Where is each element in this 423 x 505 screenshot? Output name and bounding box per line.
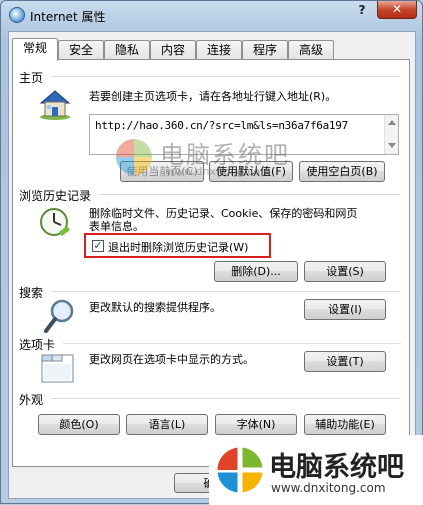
watermark-badge: 电脑系统吧 www.dnxitong.com <box>209 435 423 505</box>
divider <box>63 343 401 344</box>
tab-security[interactable]: 安全 <box>58 40 104 60</box>
divider <box>51 76 401 77</box>
appearance-group-label: 外观 <box>19 393 44 407</box>
delete-on-exit-highlight: ✓ 退出时删除浏览历史记录(W) <box>84 233 271 258</box>
tab-advanced[interactable]: 高级 <box>288 40 334 60</box>
divider <box>51 291 401 292</box>
internet-options-window: Internet 属性 ? ✕ 常规 安全 隐私 内容 连接 程序 高级 主页 … <box>0 0 423 505</box>
divider <box>51 398 401 399</box>
internet-globe-icon <box>9 7 25 23</box>
history-group-label: 浏览历史记录 <box>19 189 92 203</box>
fonts-button[interactable]: 字体(N) <box>215 414 297 435</box>
tabs-description: 更改网页在选项卡中显示的方式。 <box>89 353 254 366</box>
general-tab-panel: 主页 若要创建主页选项卡，请在各地址行键入地址(R)。 http://hao.3… <box>12 59 410 467</box>
use-default-button[interactable]: 使用默认值(F) <box>209 161 293 182</box>
tab-programs[interactable]: 程序 <box>242 40 288 60</box>
use-blank-button[interactable]: 使用空白页(B) <box>299 161 385 182</box>
watermark-badge-brand: 电脑系统吧 <box>269 452 404 483</box>
languages-button[interactable]: 语言(L) <box>126 414 208 435</box>
help-button[interactable]: ? <box>349 1 375 19</box>
magnifier-icon <box>44 299 74 333</box>
scroll-down-icon[interactable] <box>388 143 396 148</box>
watermark-badge-site: www.dnxitong.com <box>271 481 386 495</box>
tabs-window-icon <box>41 354 74 383</box>
home-icon <box>39 90 71 120</box>
search-group-label: 搜索 <box>19 286 44 300</box>
tab-content[interactable]: 内容 <box>150 40 196 60</box>
history-description-line1: 删除临时文件、历史记录、Cookie、保存的密码和网页 <box>89 207 358 220</box>
history-clock-icon <box>40 208 70 236</box>
homepage-url-text: http://hao.360.cn/?src=lm&ls=n36a7f6a197 <box>95 119 348 132</box>
accessibility-button[interactable]: 辅助功能(E) <box>304 414 386 435</box>
tab-connections[interactable]: 连接 <box>196 40 242 60</box>
tabs-settings-button[interactable]: 设置(T) <box>304 351 386 372</box>
tabs-group-label: 选项卡 <box>19 338 56 352</box>
history-settings-button[interactable]: 设置(S) <box>304 261 386 282</box>
search-settings-button[interactable]: 设置(I) <box>304 299 386 320</box>
watermark-badge-logo-icon <box>217 447 263 493</box>
use-current-button[interactable]: 使用当前页(C) <box>120 161 204 182</box>
colors-button[interactable]: 颜色(O) <box>38 414 120 435</box>
url-scrollbar[interactable] <box>384 115 398 154</box>
homepage-url-field[interactable]: http://hao.360.cn/?src=lm&ls=n36a7f6a197 <box>89 114 399 155</box>
homepage-description: 若要创建主页选项卡，请在各地址行键入地址(R)。 <box>89 90 337 103</box>
delete-on-exit-label[interactable]: 退出时删除浏览历史记录(W) <box>108 239 248 255</box>
scroll-up-icon[interactable] <box>388 120 396 125</box>
divider <box>99 194 401 195</box>
window-title: Internet 属性 <box>30 10 106 24</box>
homepage-group-label: 主页 <box>19 71 44 85</box>
history-description-line2: 表单信息。 <box>89 220 144 233</box>
tab-general[interactable]: 常规 <box>12 38 58 61</box>
dialog-client: 常规 安全 隐私 内容 连接 程序 高级 主页 若要创建主页选项卡，请在各地址行… <box>8 31 416 499</box>
close-button[interactable]: ✕ <box>377 1 417 19</box>
search-description: 更改默认的搜索提供程序。 <box>89 301 221 314</box>
delete-history-button[interactable]: 删除(D)... <box>214 261 298 282</box>
title-bar[interactable]: Internet 属性 ? ✕ <box>1 1 422 31</box>
tab-privacy[interactable]: 隐私 <box>104 40 150 60</box>
delete-on-exit-checkbox[interactable]: ✓ <box>92 240 104 252</box>
